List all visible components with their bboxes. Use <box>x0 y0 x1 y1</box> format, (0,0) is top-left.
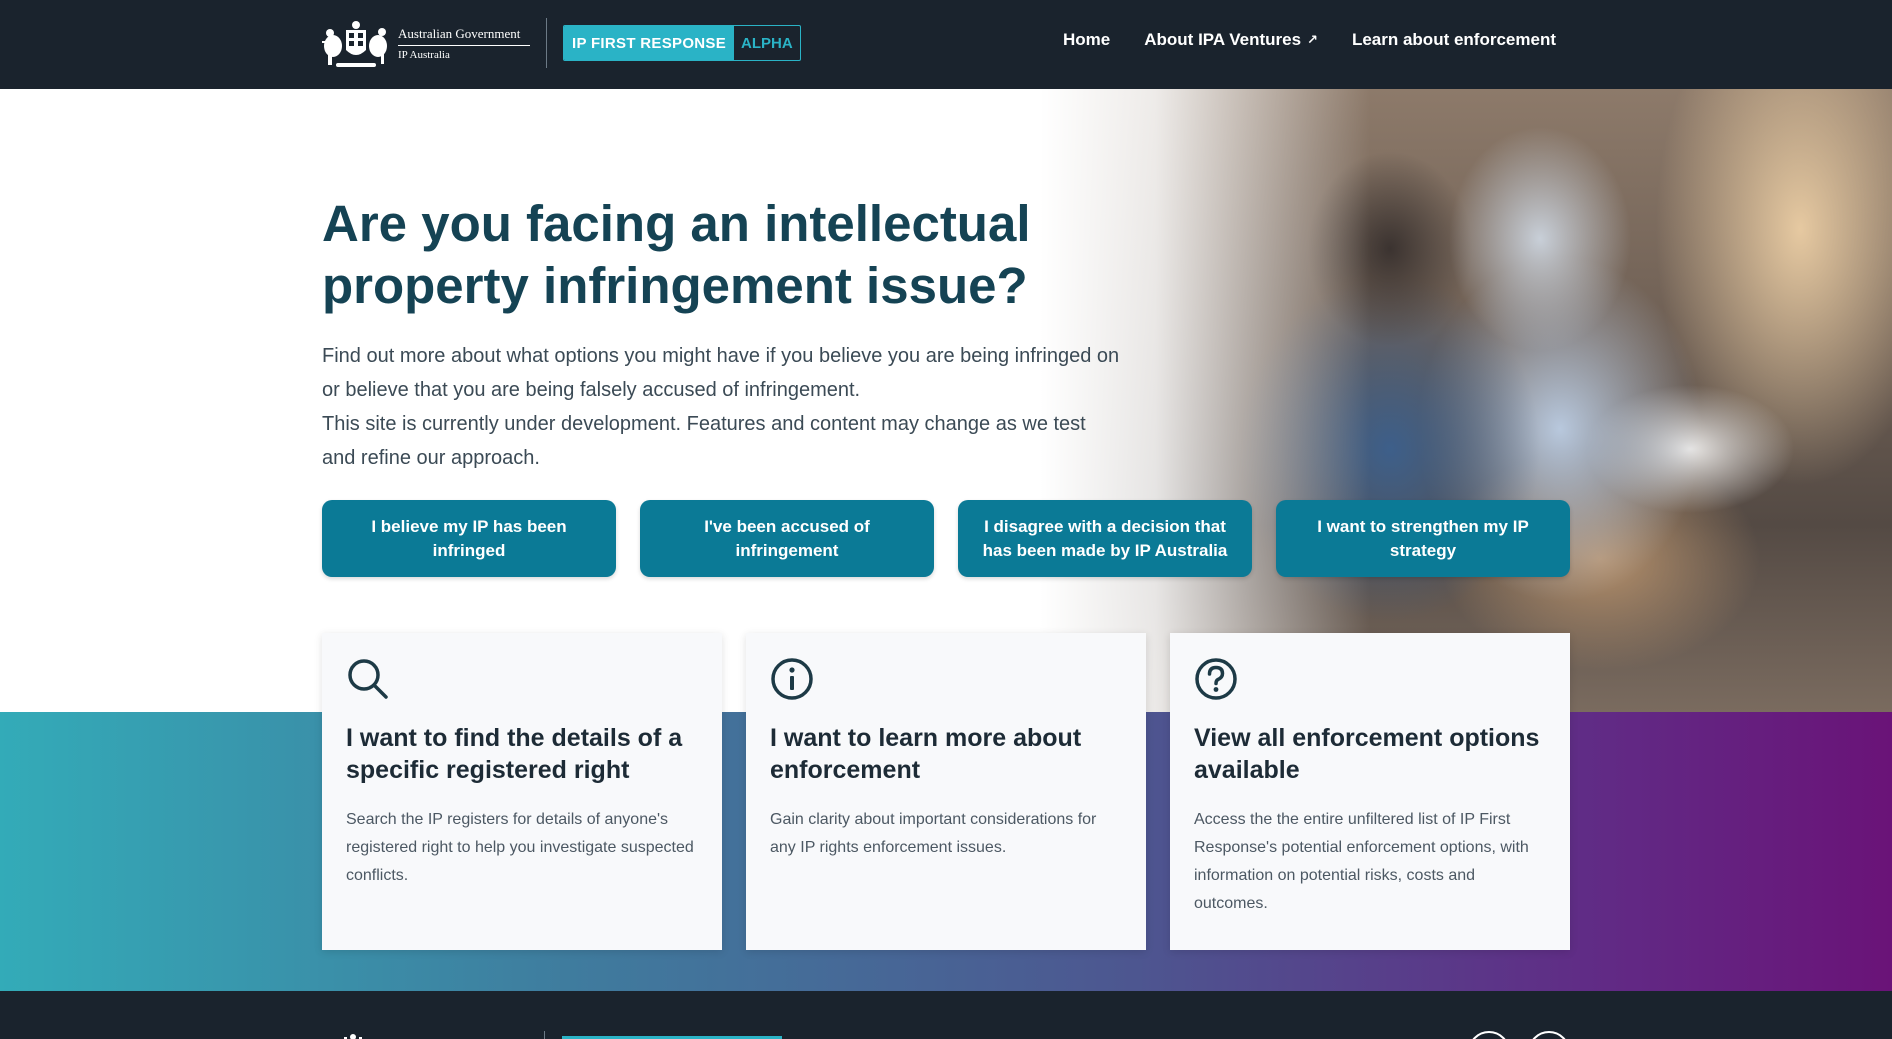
nav-learn-about-enforcement[interactable]: Learn about enforcement <box>1352 30 1556 50</box>
infringed-button[interactable]: I believe my IP has been infringed <box>322 500 616 577</box>
government-wordmark: Australian Government IP Australia <box>398 26 530 61</box>
options-card-list: I want to find the details of a specific… <box>322 633 1570 950</box>
gov-line1: Australian Government <box>398 26 530 46</box>
hero-button-group: I believe my IP has been infringed I've … <box>322 500 1570 577</box>
site-footer <box>0 991 1892 1039</box>
brand-divider <box>546 18 547 68</box>
footer-coat-of-arms-icon <box>344 1034 362 1039</box>
external-link-icon: ↗ <box>1307 32 1318 47</box>
nav-learn-label: Learn about enforcement <box>1351 30 1556 49</box>
coat-of-arms-icon <box>322 21 387 67</box>
hero-section: Are you facing an intellectual property … <box>0 89 1892 712</box>
product-stage-badge: ALPHA <box>741 34 793 52</box>
help-icon <box>1195 658 1237 700</box>
product-name: IP FIRST RESPONSE <box>564 26 735 60</box>
main-nav: Home About IPA Ventures ↗ Learn about enf… <box>1063 30 1556 50</box>
accused-button[interactable]: I've been accused of infringement <box>640 500 934 577</box>
card-text: Access the the entire unfiltered list of… <box>1194 811 1529 912</box>
site-header: Australian Government IP Australia IP FI… <box>0 0 1892 89</box>
gov-line2: IP Australia <box>398 48 450 61</box>
card-text: Search the IP registers for details of a… <box>346 811 694 884</box>
nav-about-ipa-ventures[interactable]: About IPA Ventures ↗ <box>1144 30 1318 50</box>
hero-desc-paragraph-2: This site is currently under development… <box>322 413 1086 469</box>
nav-home[interactable]: Home <box>1063 30 1110 50</box>
card-title: I want to find the details of a specific… <box>346 724 683 784</box>
footer-social-icon[interactable] <box>1468 1031 1510 1039</box>
info-icon <box>771 658 813 700</box>
card-text: Gain clarity about important considerati… <box>770 811 1097 856</box>
nav-home-label: Home <box>1063 30 1111 49</box>
page-title: Are you facing an intellectual property … <box>322 195 1031 314</box>
view-all-options-card[interactable]: View all enforcement options available A… <box>1170 633 1570 950</box>
hero-description: Find out more about what options you mig… <box>322 339 1122 475</box>
learn-enforcement-card[interactable]: I want to learn more about enforcement G… <box>746 633 1146 950</box>
card-title: I want to learn more about enforcement <box>770 724 1082 784</box>
card-title: View all enforcement options available <box>1194 724 1540 784</box>
footer-divider <box>544 1031 545 1039</box>
hero-desc-paragraph-1: Find out more about what options you mig… <box>322 345 1120 401</box>
nav-about-label: About IPA Ventures <box>1144 30 1302 49</box>
brand[interactable]: Australian Government IP Australia IP FI… <box>318 16 801 70</box>
strengthen-strategy-button[interactable]: I want to strengthen my IP strategy <box>1276 500 1570 577</box>
product-badge: IP FIRST RESPONSE ALPHA <box>563 25 801 61</box>
find-registered-right-card[interactable]: I want to find the details of a specific… <box>322 633 722 950</box>
footer-social-icon[interactable] <box>1528 1031 1570 1039</box>
disagree-decision-button[interactable]: I disagree with a decision that has been… <box>958 500 1252 577</box>
search-icon <box>348 659 388 699</box>
